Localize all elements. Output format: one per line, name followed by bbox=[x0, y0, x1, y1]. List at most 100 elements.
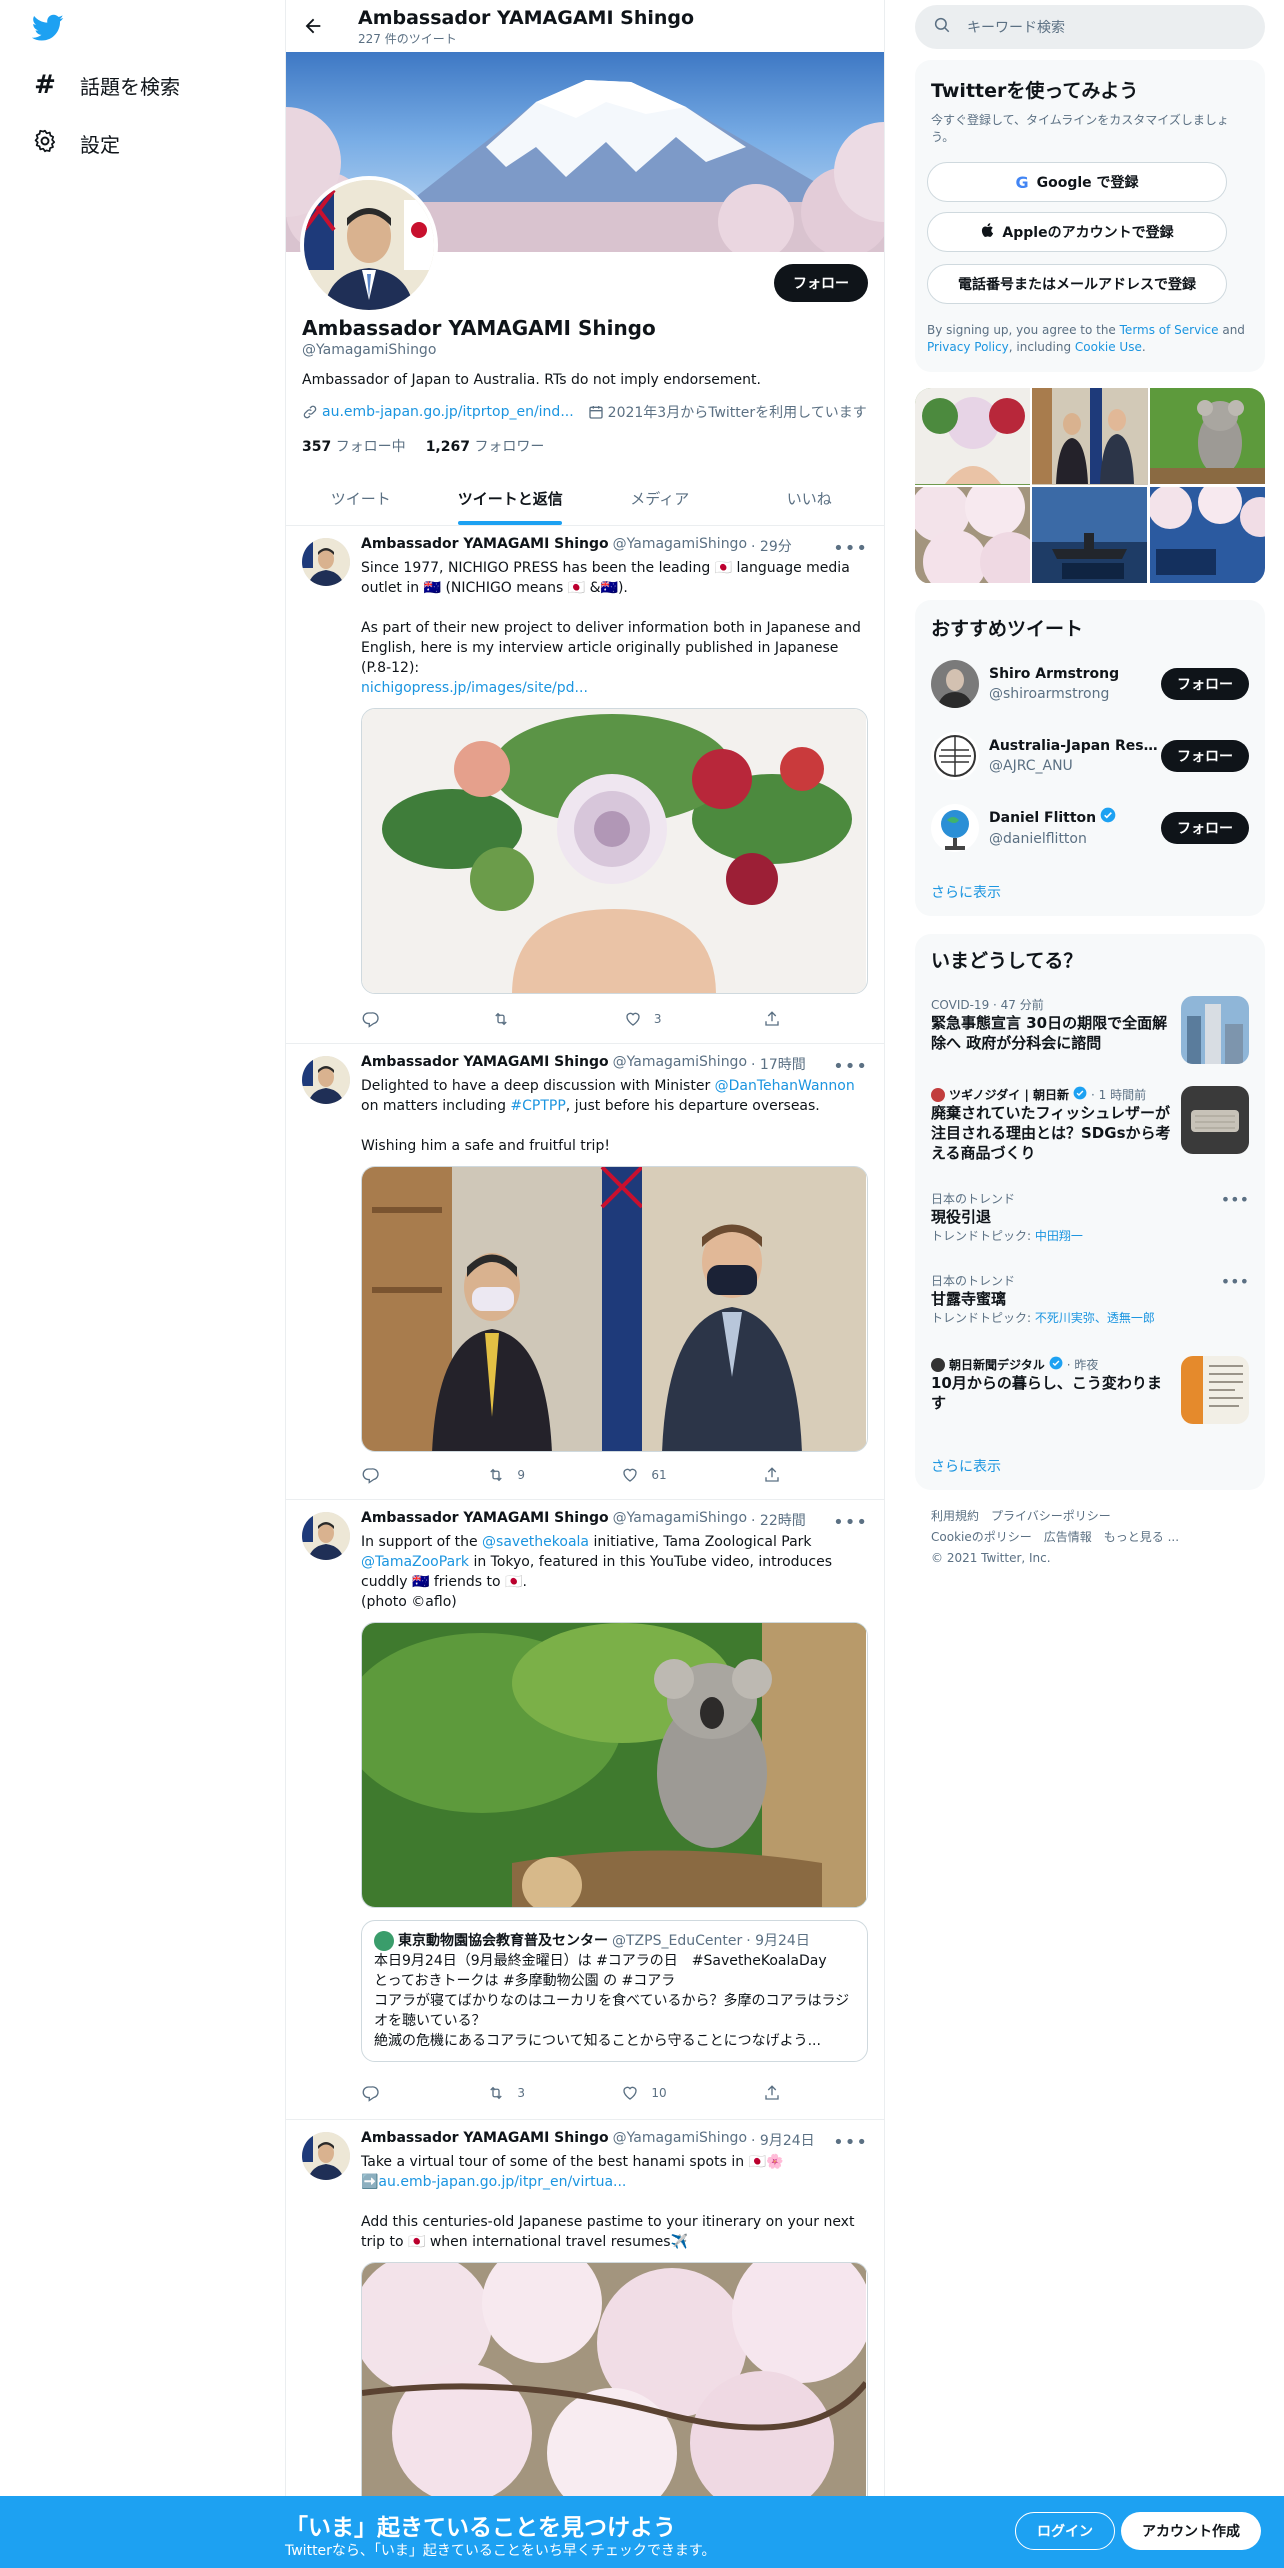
media-thumb[interactable] bbox=[1149, 388, 1265, 485]
terms-link[interactable]: Terms of Service bbox=[1120, 323, 1219, 337]
media-thumb[interactable] bbox=[915, 388, 1031, 485]
tweet-link[interactable]: nichigopress.jp/images/site/pd... bbox=[361, 680, 588, 696]
nav-explore[interactable]: # 話題を検索 bbox=[32, 70, 180, 100]
reply-button[interactable] bbox=[361, 1466, 391, 1484]
tweet-avatar[interactable] bbox=[302, 2132, 350, 2180]
trend-item[interactable]: 朝日新聞デジタル · 昨夜 10月からの暮らし、こう変わります bbox=[931, 1356, 1249, 1428]
account-avatar[interactable] bbox=[931, 732, 979, 780]
follow-account-button[interactable]: フォロー bbox=[1161, 668, 1249, 700]
reply-button[interactable] bbox=[361, 1010, 391, 1028]
tweet-author-handle[interactable]: @YamagamiShingo bbox=[613, 2130, 747, 2150]
tweet-time[interactable]: · 22時間 bbox=[751, 1510, 806, 1530]
tweet-time[interactable]: · 29分 bbox=[751, 536, 792, 556]
media-thumb[interactable] bbox=[1032, 388, 1148, 485]
tab-tweets[interactable]: ツイート bbox=[286, 472, 436, 525]
more-options-icon[interactable]: ••• bbox=[1221, 1272, 1249, 1291]
apple-signup-button[interactable]: Appleのアカウントで登録 bbox=[927, 212, 1227, 252]
retweet-button[interactable] bbox=[492, 1010, 522, 1028]
back-arrow-icon[interactable] bbox=[302, 15, 324, 41]
account-avatar[interactable] bbox=[931, 660, 979, 708]
followers-stat[interactable]: 1,267 フォロワー bbox=[426, 436, 545, 456]
trend-topic-link[interactable]: 中田翔一 bbox=[1035, 1229, 1083, 1243]
trend-item[interactable]: COVID-19 · 47 分前 緊急事態宣言 30日の期限で全面解除へ 政府が… bbox=[931, 996, 1249, 1068]
share-button[interactable] bbox=[763, 1466, 781, 1484]
signup-button[interactable]: アカウント作成 bbox=[1121, 2512, 1261, 2550]
media-thumb[interactable] bbox=[1032, 487, 1148, 584]
profile-avatar[interactable] bbox=[300, 176, 438, 314]
footer-more-link[interactable]: もっと見る ... bbox=[1104, 1527, 1179, 1548]
quoted-tweet[interactable]: 東京動物園協会教育普及センター @TZPS_EduCenter · 9月24日 … bbox=[361, 1920, 868, 2062]
tab-media[interactable]: メディア bbox=[585, 472, 735, 525]
tweet-time[interactable]: · 9月24日 bbox=[751, 2130, 815, 2150]
like-button[interactable]: 61 bbox=[621, 1466, 667, 1484]
tweet-mention[interactable]: @TamaZooPark bbox=[361, 1554, 469, 1570]
follow-account-button[interactable]: フォロー bbox=[1161, 812, 1249, 844]
media-thumb[interactable] bbox=[915, 487, 1031, 584]
tweet-author-handle[interactable]: @YamagamiShingo bbox=[613, 536, 747, 556]
profile-link-text[interactable]: au.emb-japan.go.jp/itprtop_en/ind... bbox=[322, 404, 574, 420]
tweet-image[interactable] bbox=[361, 2262, 868, 2502]
more-options-icon[interactable]: ••• bbox=[1221, 1190, 1249, 1209]
trend-topic-link[interactable]: 不死川実弥、透無一郎 bbox=[1035, 1311, 1155, 1325]
like-button[interactable]: 10 bbox=[621, 2084, 667, 2102]
phone-signup-button[interactable]: 電話番号またはメールアドレスで登録 bbox=[927, 264, 1227, 304]
tweet[interactable]: ••• Ambassador YAMAGAMI Shingo @Yamagami… bbox=[286, 1044, 884, 1500]
tweet-image[interactable] bbox=[361, 708, 868, 994]
tweet-author-handle[interactable]: @YamagamiShingo bbox=[613, 1510, 747, 1530]
media-thumb[interactable] bbox=[1149, 487, 1265, 584]
reply-button[interactable] bbox=[361, 2084, 391, 2102]
tweet-avatar[interactable] bbox=[302, 1512, 350, 1560]
account-name[interactable]: Daniel Flitton bbox=[989, 807, 1161, 829]
following-stat[interactable]: 357 フォロー中 bbox=[302, 436, 406, 456]
tab-tweets-and-replies[interactable]: ツイートと返信 bbox=[436, 472, 586, 525]
footer-link[interactable]: Cookieのポリシー bbox=[931, 1527, 1032, 1548]
tweet-author-handle[interactable]: @YamagamiShingo bbox=[613, 1054, 747, 1074]
tab-likes[interactable]: いいね bbox=[735, 472, 885, 525]
tweet-image[interactable] bbox=[361, 1622, 868, 1908]
footer-link[interactable]: 広告情報 bbox=[1044, 1527, 1092, 1548]
search-box[interactable]: キーワード検索 bbox=[915, 5, 1265, 49]
tweet-author-name[interactable]: Ambassador YAMAGAMI Shingo bbox=[361, 1054, 609, 1074]
cookie-link[interactable]: Cookie Use bbox=[1075, 340, 1142, 354]
twitter-logo-icon[interactable] bbox=[31, 14, 64, 46]
privacy-link[interactable]: Privacy Policy bbox=[927, 340, 1009, 354]
tweet-mention[interactable]: @DanTehanWannon bbox=[715, 1078, 855, 1094]
account-name[interactable]: Australia-Japan Resear bbox=[989, 736, 1161, 756]
tweet[interactable]: ••• Ambassador YAMAGAMI Shingo @Yamagami… bbox=[286, 526, 884, 1044]
nav-settings[interactable]: 設定 bbox=[32, 128, 120, 159]
follow-account-button[interactable]: フォロー bbox=[1161, 740, 1249, 772]
share-button[interactable] bbox=[763, 2084, 781, 2102]
tweet[interactable]: ••• Ambassador YAMAGAMI Shingo @Yamagami… bbox=[286, 1500, 884, 2120]
login-button[interactable]: ログイン bbox=[1015, 2512, 1115, 2550]
recommend-account[interactable]: Daniel Flitton @danielflitton フォロー bbox=[931, 800, 1249, 856]
tweet-avatar[interactable] bbox=[302, 1056, 350, 1104]
profile-link[interactable]: au.emb-japan.go.jp/itprtop_en/ind... bbox=[302, 404, 574, 420]
show-more-link[interactable]: さらに表示 bbox=[931, 1456, 1001, 1476]
footer-link[interactable]: 利用規約 bbox=[931, 1506, 979, 1527]
account-avatar[interactable] bbox=[931, 804, 979, 852]
show-more-link[interactable]: さらに表示 bbox=[931, 882, 1001, 902]
recommend-account[interactable]: Australia-Japan Resear @AJRC_ANU フォロー bbox=[931, 728, 1249, 784]
tweet-time[interactable]: · 17時間 bbox=[751, 1054, 806, 1074]
google-signup-button[interactable]: G Google で登録 bbox=[927, 162, 1227, 202]
retweet-button[interactable]: 9 bbox=[487, 1466, 525, 1484]
retweet-button[interactable]: 3 bbox=[487, 2084, 525, 2102]
tweet-link[interactable]: ➡️au.emb-japan.go.jp/itpr_en/virtua... bbox=[361, 2174, 626, 2190]
tweet-author-name[interactable]: Ambassador YAMAGAMI Shingo bbox=[361, 1510, 609, 1530]
tweet-author-name[interactable]: Ambassador YAMAGAMI Shingo bbox=[361, 2130, 609, 2150]
tweet-mention[interactable]: @savethekoala bbox=[482, 1534, 589, 1550]
share-button[interactable] bbox=[763, 1010, 781, 1028]
trend-item[interactable]: 日本のトレンド 甘露寺蜜璃 トレンドトピック: 不死川実弥、透無一郎 ••• bbox=[931, 1272, 1249, 1338]
account-name[interactable]: Shiro Armstrong bbox=[989, 664, 1161, 684]
footer-link[interactable]: プライバシーポリシー bbox=[991, 1506, 1111, 1527]
trend-item[interactable]: ツギノジダイ | 朝日新 · 1 時間前 廃棄されていたフィッシュレザーが注目さ… bbox=[931, 1086, 1249, 1170]
tweet-author-name[interactable]: Ambassador YAMAGAMI Shingo bbox=[361, 536, 609, 556]
trend-item[interactable]: 日本のトレンド 現役引退 トレンドトピック: 中田翔一 ••• bbox=[931, 1190, 1249, 1256]
tweet-avatar[interactable] bbox=[302, 538, 350, 586]
like-button[interactable]: 3 bbox=[624, 1010, 662, 1028]
tweet-hashtag[interactable]: #CPTPP bbox=[510, 1098, 565, 1114]
tweet[interactable]: ••• Ambassador YAMAGAMI Shingo @Yamagami… bbox=[286, 2120, 884, 2502]
tweet-image[interactable] bbox=[361, 1166, 868, 1452]
recommend-account[interactable]: Shiro Armstrong @shiroarmstrong フォロー bbox=[931, 656, 1249, 712]
follow-button[interactable]: フォロー bbox=[774, 264, 868, 302]
